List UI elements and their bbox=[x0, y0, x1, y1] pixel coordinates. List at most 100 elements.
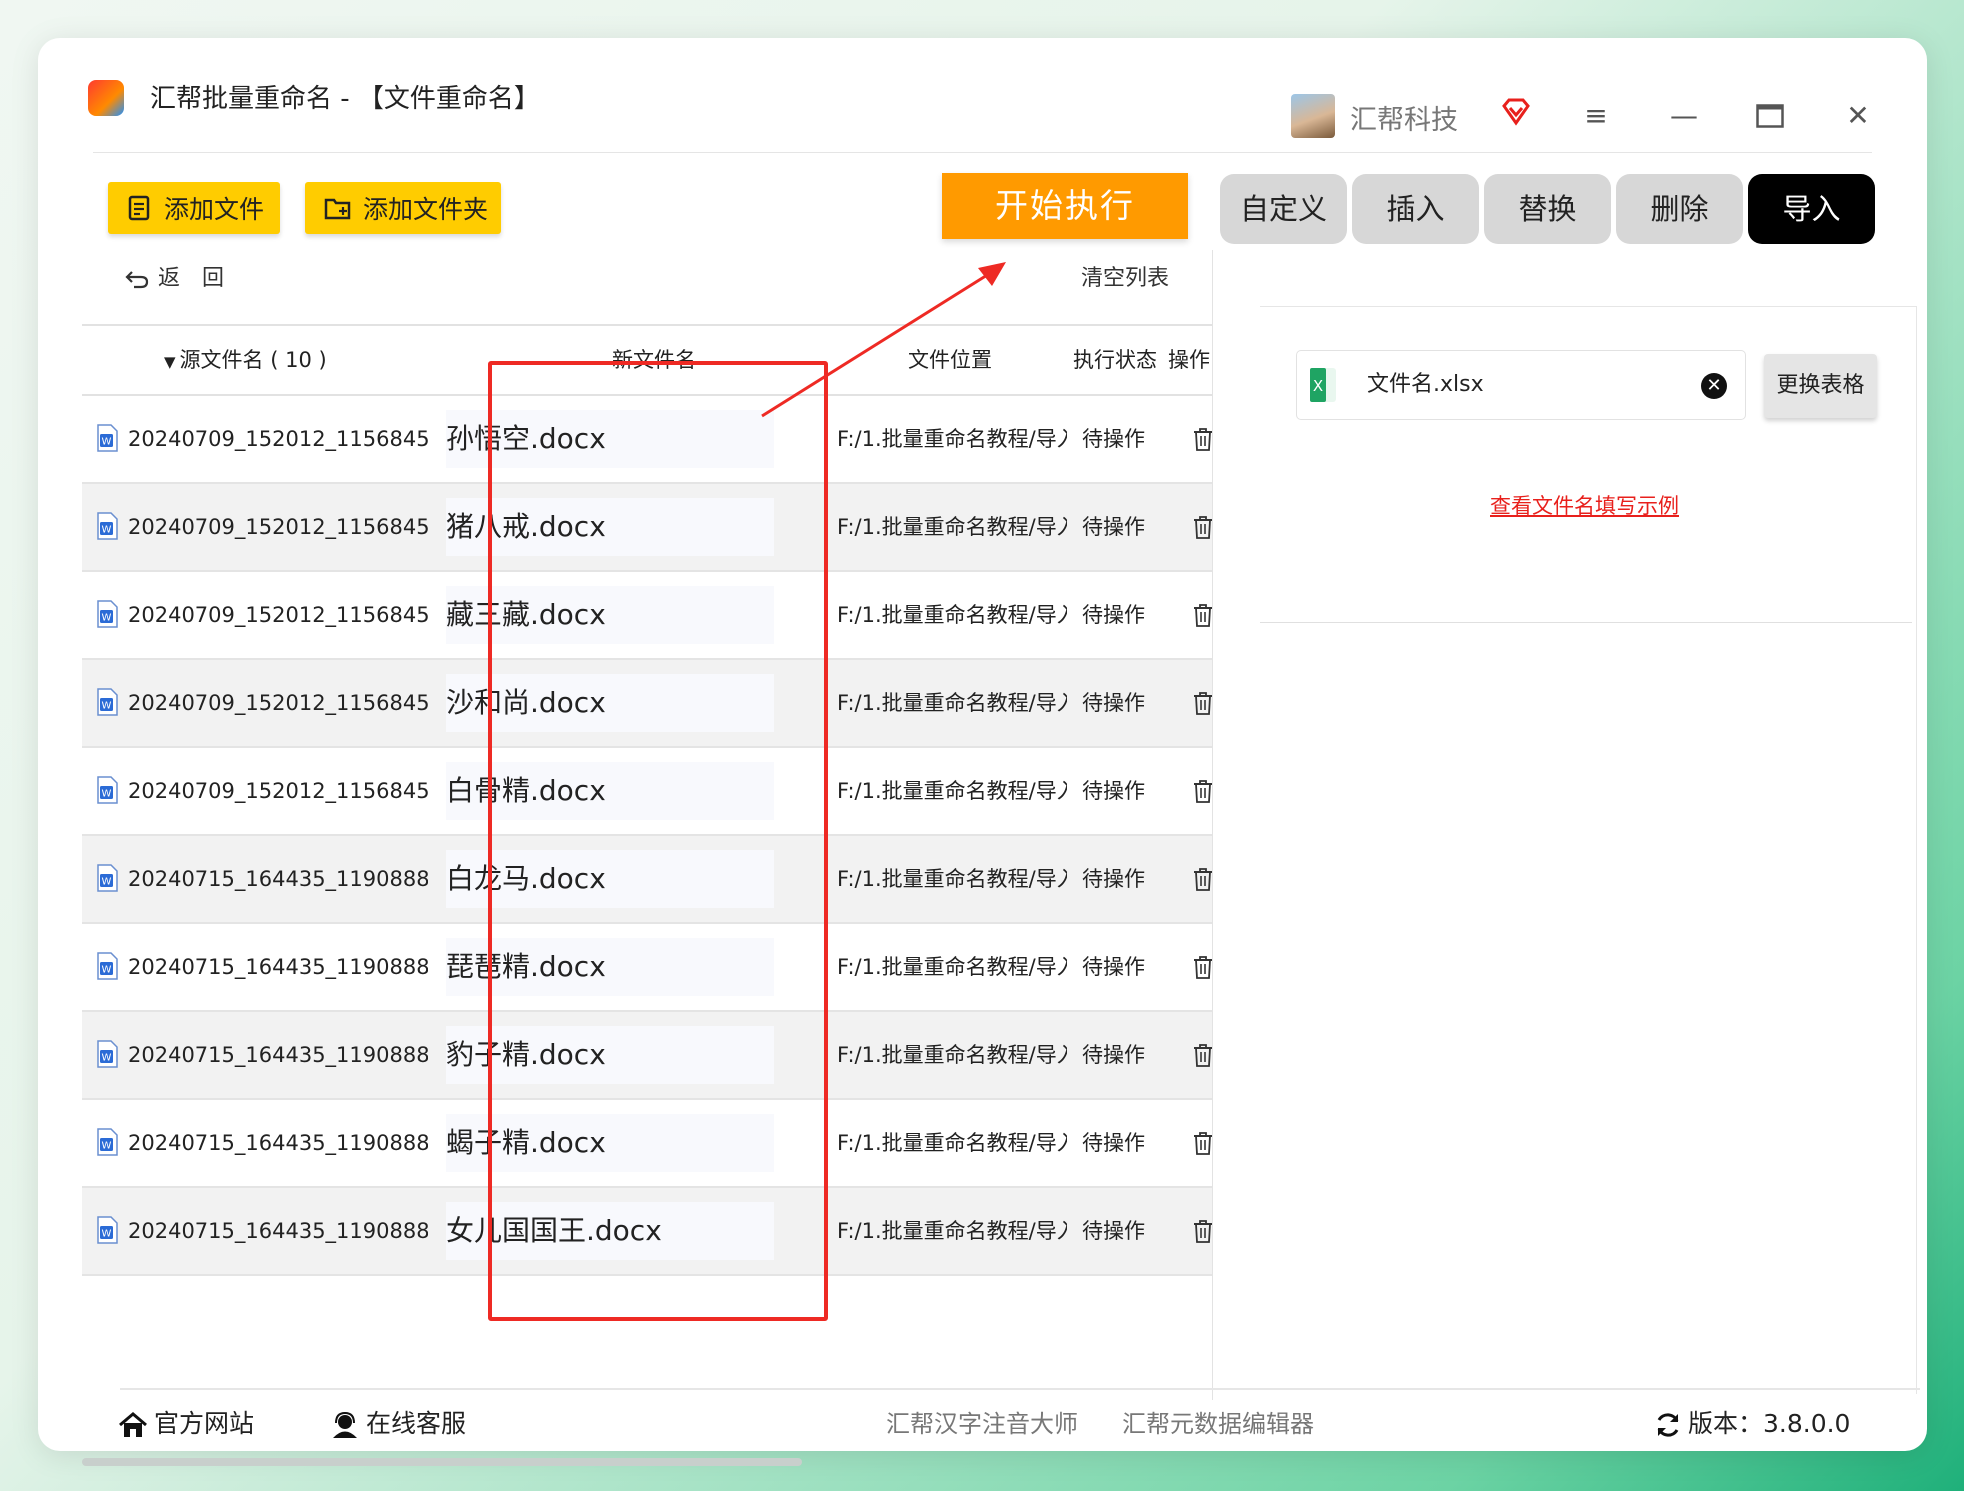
table-row[interactable]: W 20240709_152012_115684555 藏三藏.docx F:/1.批… bbox=[82, 572, 1212, 660]
trash-icon[interactable] bbox=[1192, 1131, 1214, 1155]
remove-file-icon[interactable]: ✕ bbox=[1701, 373, 1727, 399]
word-doc-icon: W bbox=[96, 1040, 118, 1068]
website-label: 官方网站 bbox=[154, 1409, 255, 1438]
word-doc-icon: W bbox=[96, 512, 118, 540]
trash-icon[interactable] bbox=[1192, 691, 1214, 715]
status-text: 待操作 bbox=[1082, 691, 1145, 715]
source-file-name: 20240715_164435_119088861 bbox=[128, 955, 428, 979]
trash-icon[interactable] bbox=[1192, 955, 1214, 979]
tab-custom[interactable]: 自定义 bbox=[1220, 174, 1347, 244]
new-file-name: 琵琶精.docx bbox=[446, 938, 774, 996]
word-doc-icon: W bbox=[96, 688, 118, 716]
table-row[interactable]: W 20240715_164435_119088861 蝎子精.docx F:/1.批… bbox=[82, 1100, 1212, 1188]
status-text: 待操作 bbox=[1082, 779, 1145, 803]
menu-icon[interactable]: ≡ bbox=[1576, 100, 1616, 132]
user-avatar[interactable] bbox=[1291, 94, 1335, 138]
source-file-name: 20240709_152012_115684555 bbox=[128, 427, 428, 451]
app-window: 汇帮批量重命名 - 【文件重命名】 汇帮科技 ≡ — ✕ 添加文件 添加文件夹 … bbox=[38, 38, 1927, 1451]
source-file-name: 20240715_164435_119088861 bbox=[128, 1219, 428, 1243]
add-folder-button[interactable]: 添加文件夹 bbox=[305, 182, 501, 234]
new-file-name: 白骨精.docx bbox=[446, 762, 774, 820]
support-agent-icon bbox=[333, 1411, 357, 1438]
status-text: 待操作 bbox=[1082, 1219, 1145, 1243]
header-new: 新文件名 bbox=[612, 348, 696, 372]
status-text: 待操作 bbox=[1082, 603, 1145, 627]
horizontal-scrollbar[interactable] bbox=[82, 1458, 802, 1466]
trash-icon[interactable] bbox=[1192, 1219, 1214, 1243]
support-link[interactable]: 在线客服 bbox=[330, 1404, 466, 1444]
word-doc-icon: W bbox=[96, 600, 118, 628]
table-row[interactable]: W 20240709_152012_115684555 猪八戒.docx F:/1.批… bbox=[82, 484, 1212, 572]
word-doc-icon: W bbox=[96, 424, 118, 452]
table-row[interactable]: W 20240715_164435_119088861 豹子精.docx F:/1.批… bbox=[82, 1012, 1212, 1100]
trash-icon[interactable] bbox=[1192, 603, 1214, 627]
add-file-button[interactable]: 添加文件 bbox=[108, 182, 280, 234]
add-folder-label: 添加文件夹 bbox=[363, 195, 489, 224]
svg-text:W: W bbox=[102, 965, 112, 976]
word-doc-icon: W bbox=[96, 952, 118, 980]
vip-diamond-icon[interactable] bbox=[1500, 96, 1532, 128]
source-file-name: 20240709_152012_115684555 bbox=[128, 779, 428, 803]
import-file-field[interactable]: X 文件名.xlsx ✕ bbox=[1296, 350, 1746, 420]
add-file-icon bbox=[128, 195, 150, 221]
version-info: 版本：3.8.0.0 bbox=[1654, 1404, 1850, 1444]
new-file-name: 豹子精.docx bbox=[446, 1026, 774, 1084]
source-file-name: 20240709_152012_115684555 bbox=[128, 603, 428, 627]
table-row[interactable]: W 20240715_164435_119088861 白龙马.docx F:/1.批… bbox=[82, 836, 1212, 924]
tab-insert[interactable]: 插入 bbox=[1352, 174, 1479, 244]
minimize-icon[interactable]: — bbox=[1664, 100, 1704, 132]
header-action: 操作 bbox=[1168, 348, 1210, 372]
source-file-name: 20240715_164435_119088861 bbox=[128, 1131, 428, 1155]
status-text: 待操作 bbox=[1082, 1131, 1145, 1155]
table-row[interactable]: W 20240709_152012_115684555 孙悟空.docx F:/1.批… bbox=[82, 396, 1212, 484]
file-location: F:/1.批量重命名教程/导入 bbox=[837, 1131, 1067, 1155]
back-button[interactable]: 返 回 bbox=[124, 260, 224, 292]
user-name[interactable]: 汇帮科技 bbox=[1350, 98, 1458, 137]
right-panel-top-border bbox=[1260, 306, 1916, 307]
tab-replace[interactable]: 替换 bbox=[1484, 174, 1611, 244]
trash-icon[interactable] bbox=[1192, 427, 1214, 451]
trash-icon[interactable] bbox=[1192, 779, 1214, 803]
footer-link-metadata[interactable]: 汇帮元数据编辑器 bbox=[1122, 1404, 1314, 1444]
new-file-name: 孙悟空.docx bbox=[446, 410, 774, 468]
footer-link-pinyin[interactable]: 汇帮汉字注音大师 bbox=[886, 1404, 1078, 1444]
table-row[interactable]: W 20240709_152012_115684555 沙和尚.docx F:/1.批… bbox=[82, 660, 1212, 748]
trash-icon[interactable] bbox=[1192, 515, 1214, 539]
svg-text:W: W bbox=[102, 525, 112, 536]
table-row[interactable]: W 20240715_164435_119088861 女儿国国王.docx F:/1… bbox=[82, 1188, 1212, 1276]
svg-text:W: W bbox=[102, 877, 112, 888]
file-location: F:/1.批量重命名教程/导入 bbox=[837, 955, 1067, 979]
file-location: F:/1.批量重命名教程/导入 bbox=[837, 603, 1067, 627]
tab-delete[interactable]: 删除 bbox=[1616, 174, 1743, 244]
trash-icon[interactable] bbox=[1192, 867, 1214, 891]
new-file-name: 沙和尚.docx bbox=[446, 674, 774, 732]
example-link[interactable]: 查看文件名填写示例 bbox=[1490, 490, 1679, 520]
svg-text:X: X bbox=[1313, 377, 1323, 395]
table-row[interactable]: W 20240709_152012_115684555 白骨精.docx F:/1.批… bbox=[82, 748, 1212, 836]
status-text: 待操作 bbox=[1082, 955, 1145, 979]
support-label: 在线客服 bbox=[366, 1409, 467, 1438]
version-label: 版本：3.8.0.0 bbox=[1688, 1409, 1851, 1438]
svg-text:W: W bbox=[102, 789, 112, 800]
swap-table-button[interactable]: 更换表格 bbox=[1764, 354, 1877, 418]
maximize-icon[interactable] bbox=[1750, 100, 1790, 132]
trash-icon[interactable] bbox=[1192, 1043, 1214, 1067]
start-button[interactable]: 开始执行 bbox=[942, 173, 1188, 239]
add-file-label: 添加文件 bbox=[164, 195, 265, 224]
status-text: 待操作 bbox=[1082, 1043, 1145, 1067]
table-header: ▼ 源文件名 ( 10 ) 新文件名 文件位置 执行状态 操作 bbox=[82, 324, 1212, 396]
svg-text:W: W bbox=[102, 437, 112, 448]
clear-list-button[interactable]: 清空列表 bbox=[1081, 260, 1169, 292]
title-divider bbox=[93, 152, 1872, 153]
table-row[interactable]: W 20240715_164435_119088861 琵琶精.docx F:/1.批… bbox=[82, 924, 1212, 1012]
excel-file-icon: X bbox=[1310, 368, 1336, 402]
new-file-name: 猪八戒.docx bbox=[446, 498, 774, 556]
close-window-icon[interactable]: ✕ bbox=[1838, 100, 1878, 132]
website-link[interactable]: 官方网站 bbox=[118, 1404, 254, 1444]
word-doc-icon: W bbox=[96, 776, 118, 804]
header-source-label: 源文件名 ( 10 ) bbox=[179, 348, 327, 372]
header-source[interactable]: ▼ 源文件名 ( 10 ) bbox=[164, 326, 327, 394]
add-folder-icon bbox=[324, 198, 351, 220]
tab-import[interactable]: 导入 bbox=[1748, 174, 1875, 244]
file-location: F:/1.批量重命名教程/导入 bbox=[837, 779, 1067, 803]
